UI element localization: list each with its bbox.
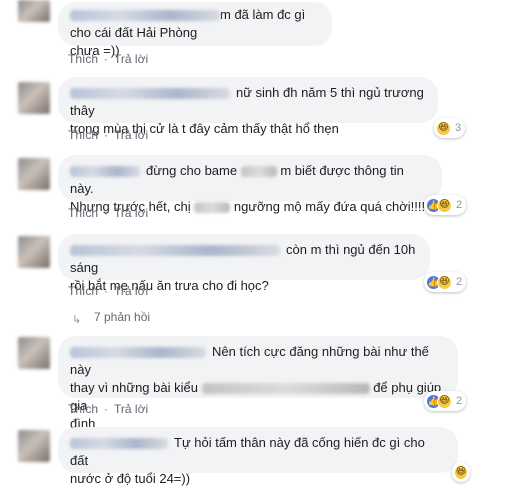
haha-reaction-icon: 😆: [454, 464, 468, 480]
comment-bubble: Nên tích cực đăng những bài như thế này …: [58, 336, 458, 431]
reply-link[interactable]: Trả lời: [114, 402, 148, 416]
haha-reaction-icon: 😆: [437, 393, 452, 409]
reaction-count: 3: [455, 122, 462, 134]
haha-reaction-icon: 😆: [436, 120, 451, 136]
blurred-author-name: [70, 88, 230, 100]
reply-link[interactable]: Trả lời: [114, 128, 148, 142]
avatar[interactable]: [18, 158, 50, 190]
comment-text-line: Tự hỏi tấm thân này đã cống hiến đc gì c…: [70, 434, 446, 470]
reply-arrow-icon: ↳: [72, 314, 82, 326]
like-link[interactable]: Thích: [68, 206, 98, 220]
comment-actions: Thích · Trả lời: [68, 206, 148, 220]
avatar[interactable]: [18, 236, 50, 268]
blurred-author-name: [70, 347, 206, 359]
view-replies-link[interactable]: ↳ 7 phản hồi: [72, 310, 150, 326]
comment-text: thay vì những bài kiểu: [70, 380, 198, 395]
avatar[interactable]: [18, 82, 50, 114]
comment-text: đừng cho bame: [146, 163, 238, 178]
comment-text: ngưỡng mộ mấy đứa quá chời!!!!: [233, 199, 426, 214]
comment-bubble: nữ sinh đh năm 5 thì ngủ trương thây tro…: [58, 77, 438, 136]
comment-text-line: còn m thì ngủ đến 10h sáng: [70, 241, 418, 277]
replies-count[interactable]: 7 phản hồi: [94, 310, 150, 324]
haha-reaction-icon: 😆: [437, 197, 452, 213]
comment-actions: Thích · Trả lời: [68, 128, 148, 142]
comment-bubble: Tự hỏi tấm thân này đã cống hiến đc gì c…: [58, 427, 458, 486]
comment-text-line: đừng cho bame m biết được thông tin này.: [70, 162, 430, 198]
reaction-count: 2: [456, 395, 463, 407]
separator: ·: [104, 128, 109, 142]
like-link[interactable]: Thích: [68, 128, 98, 142]
comment-actions: Thích · Trả lời: [68, 402, 148, 416]
comment-text-line: nước ở độ tuổi 24=)): [70, 471, 191, 486]
reaction-summary[interactable]: 👍 😆 2: [424, 391, 467, 411]
reply-link[interactable]: Trả lời: [114, 284, 148, 298]
separator: ·: [104, 284, 109, 298]
comment-text-line: nữ sinh đh năm 5 thì ngủ trương thây: [70, 84, 426, 120]
reply-link[interactable]: Trả lời: [114, 52, 148, 66]
comment-text-line: m đã làm đc gì cho cái đất Hải Phòng: [70, 6, 320, 42]
reaction-summary[interactable]: 😆 3: [434, 118, 466, 138]
avatar[interactable]: [18, 430, 50, 462]
separator: ·: [104, 206, 109, 220]
blurred-author-name: [70, 166, 140, 178]
blurred-author-name: [70, 10, 220, 22]
blurred-text: [201, 383, 370, 395]
like-link[interactable]: Thích: [68, 52, 98, 66]
blurred-text: [194, 202, 231, 214]
comment-bubble: còn m thì ngủ đến 10h sáng rồi bắt mẹ nấ…: [58, 234, 430, 293]
avatar[interactable]: [18, 0, 50, 22]
haha-reaction-icon: 😆: [437, 274, 452, 290]
comment-text-line: Nên tích cực đăng những bài như thế này: [70, 343, 446, 379]
blurred-author-name: [70, 245, 280, 257]
blurred-text: [240, 166, 277, 178]
like-link[interactable]: Thích: [68, 402, 98, 416]
reaction-count: 2: [456, 276, 463, 288]
comment-actions: Thích · Trả lời: [68, 284, 148, 298]
avatar[interactable]: [18, 337, 50, 369]
separator: ·: [104, 52, 109, 66]
blurred-author-name: [70, 438, 168, 450]
reaction-summary[interactable]: 😆: [452, 462, 470, 482]
comment-bubble: m đã làm đc gì cho cái đất Hải Phòng chư…: [58, 2, 332, 58]
reaction-summary[interactable]: 👍 😆 2: [424, 195, 467, 215]
reaction-summary[interactable]: 👍 😆 2: [424, 272, 467, 292]
separator: ·: [104, 402, 109, 416]
reaction-count: 2: [456, 199, 463, 211]
comment-bubble: đừng cho bame m biết được thông tin này.…: [58, 155, 442, 214]
comment-actions: Thích · Trả lời: [68, 52, 148, 66]
like-link[interactable]: Thích: [68, 284, 98, 298]
reply-link[interactable]: Trả lời: [114, 206, 148, 220]
